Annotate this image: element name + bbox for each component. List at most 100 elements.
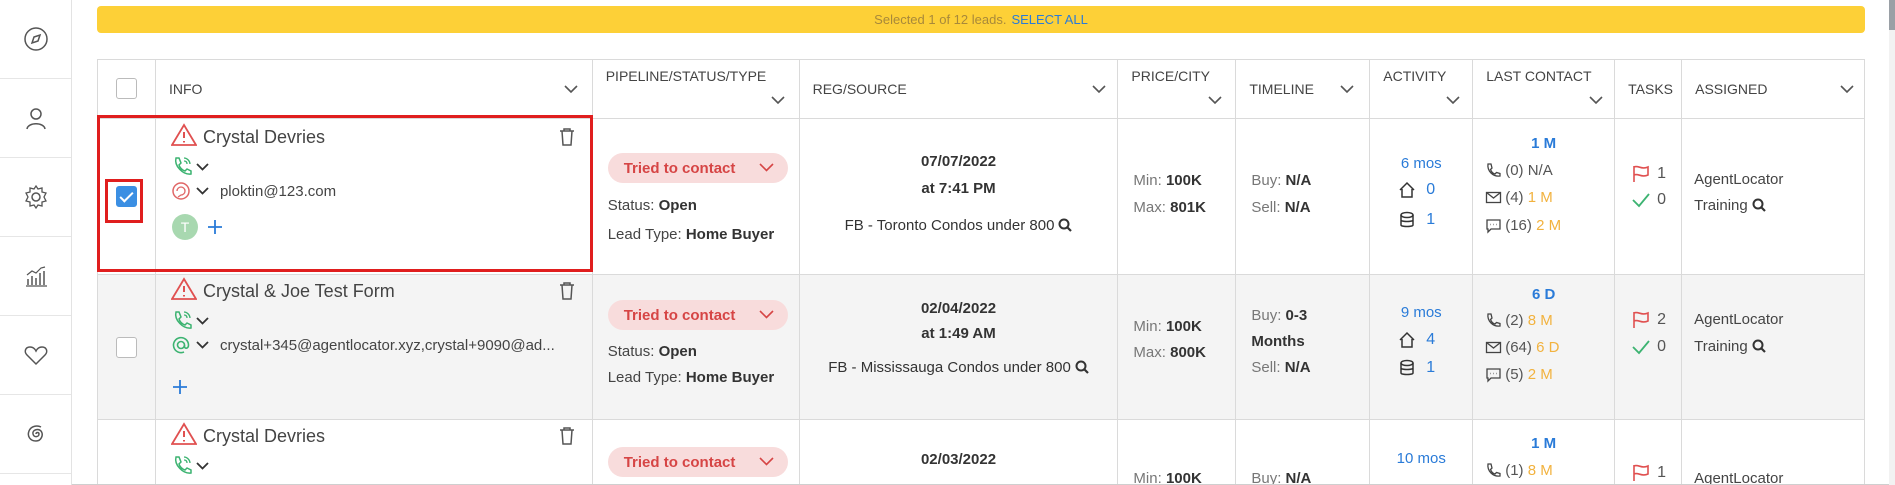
activity-time[interactable]: 6 mos — [1370, 155, 1472, 172]
header-tasks[interactable]: TASKS — [1615, 60, 1683, 118]
header-pipeline[interactable]: PIPELINE/STATUS/TYPE — [593, 60, 800, 118]
chevron-down-icon[interactable] — [196, 317, 209, 325]
select-all-link[interactable]: SELECT ALL — [1011, 12, 1087, 27]
chevron-down-icon[interactable] — [771, 96, 785, 105]
last-contact-emails[interactable]: (4) 1 M — [1485, 189, 1553, 206]
header-pipeline-label: PIPELINE/STATUS/TYPE — [605, 68, 767, 84]
lead-name[interactable]: Crystal Devries — [203, 426, 325, 447]
chevron-down-icon[interactable] — [1092, 85, 1106, 94]
price-min: Min: 100K — [1133, 172, 1202, 189]
tasks-done[interactable]: 0 — [1631, 191, 1666, 209]
main-content: Selected 1 of 12 leads. SELECT ALL INFO … — [72, 0, 1895, 485]
last-contact-messages[interactable]: (5) 2 M — [1485, 366, 1553, 383]
header-reg-label: REG/SOURCE — [812, 81, 907, 97]
table-row[interactable]: Crystal & Joe Test Form crystal+345@agen… — [98, 275, 1865, 420]
last-contact-top[interactable]: 6 D — [1473, 286, 1614, 303]
chevron-down-icon[interactable] — [196, 341, 209, 349]
select-all-checkbox[interactable] — [116, 78, 137, 99]
pipeline-status-dropdown[interactable]: Tried to contact — [607, 447, 788, 477]
pipeline-status-dropdown[interactable]: Tried to contact — [607, 300, 788, 330]
reg-date: 02/04/2022 — [920, 300, 997, 317]
row-checkbox[interactable] — [116, 337, 137, 358]
nav-item-spiral[interactable] — [0, 395, 71, 474]
pipeline-status-dropdown[interactable]: Tried to contact — [607, 153, 788, 183]
nav-item-settings[interactable] — [0, 158, 71, 237]
last-contact-emails[interactable]: (64) 6 D — [1485, 339, 1559, 356]
scrollbar-thumb[interactable] — [1889, 0, 1895, 30]
last-contact-top[interactable]: 1 M — [1473, 435, 1614, 452]
tasks-cell: 2 0 — [1615, 275, 1683, 419]
timeline-sell: Sell: N/A — [1251, 199, 1311, 216]
last-contact-cell: 1 M (0) N/A (4) 1 M (16) 2 M — [1473, 119, 1616, 274]
nav-item-contacts[interactable] — [0, 79, 71, 158]
reg-time: at 1:49 AM — [921, 325, 996, 342]
activity-database[interactable]: 1 — [1398, 359, 1435, 377]
pipeline-status-label: Tried to contact — [623, 453, 736, 471]
message-icon — [1486, 368, 1501, 383]
header-last-contact[interactable]: LAST CONTACT — [1473, 60, 1616, 118]
search-icon[interactable] — [1058, 218, 1073, 232]
assigned-agent-line1[interactable]: AgentLocator — [1694, 311, 1783, 328]
warning-icon — [170, 422, 197, 445]
plus-icon[interactable] — [171, 378, 189, 396]
reg-source-cell: 07/07/2022 at 7:41 PM FB - Toronto Condo… — [800, 119, 1119, 274]
chevron-down-icon[interactable] — [196, 462, 209, 470]
chevron-down-icon[interactable] — [1340, 85, 1354, 94]
tasks-open[interactable]: 1 — [1631, 464, 1666, 482]
phone-icon[interactable] — [171, 454, 193, 476]
chevron-down-icon[interactable] — [1840, 85, 1854, 94]
trash-icon[interactable] — [558, 281, 576, 301]
at-sign-icon[interactable] — [171, 335, 191, 355]
search-icon[interactable] — [1075, 360, 1089, 374]
activity-time[interactable]: 10 mos — [1370, 450, 1472, 467]
lead-name[interactable]: Crystal & Joe Test Form — [203, 281, 395, 302]
phone-icon — [1487, 463, 1501, 477]
tasks-open[interactable]: 1 — [1631, 165, 1666, 183]
header-assigned[interactable]: ASSIGNED — [1682, 60, 1865, 118]
assigned-agent-line1[interactable]: AgentLocator — [1694, 171, 1783, 188]
lead-email[interactable]: crystal+345@agentlocator.xyz,crystal+909… — [220, 337, 555, 354]
table-row[interactable]: Crystal Devries Tried to contact 02/03/2… — [98, 420, 1865, 485]
vertical-scrollbar[interactable] — [1889, 0, 1895, 485]
trash-icon[interactable] — [558, 426, 576, 446]
spiral-icon — [27, 425, 43, 442]
status-value: Open — [658, 343, 697, 360]
nav-item-analytics[interactable] — [0, 237, 71, 316]
chevron-down-icon[interactable] — [1589, 96, 1603, 105]
nav-item-explore[interactable] — [0, 0, 71, 79]
header-reg-source[interactable]: REG/SOURCE — [800, 60, 1119, 118]
activity-time[interactable]: 9 mos — [1370, 304, 1472, 321]
header-price-city[interactable]: PRICE/CITY — [1118, 60, 1237, 118]
lead-type-value: Home Buyer — [685, 226, 775, 243]
assigned-agent-line1[interactable]: AgentLocator — [1694, 470, 1783, 485]
chevron-down-icon[interactable] — [1446, 96, 1460, 105]
header-activity[interactable]: ACTIVITY — [1370, 60, 1474, 118]
tasks-open[interactable]: 2 — [1631, 311, 1666, 329]
activity-database[interactable]: 1 — [1398, 211, 1435, 229]
status-line: Status: Open — [607, 197, 697, 214]
activity-cell: 10 mos — [1370, 420, 1474, 485]
last-contact-calls[interactable]: (1) 8 M — [1485, 462, 1553, 479]
mail-icon — [1486, 191, 1502, 204]
search-icon[interactable] — [1752, 339, 1766, 353]
last-contact-messages[interactable]: (16) 2 M — [1485, 217, 1561, 234]
last-contact-top[interactable]: 1 M — [1473, 135, 1614, 152]
tasks-done[interactable]: 0 — [1631, 338, 1666, 356]
last-contact-calls[interactable]: (0) N/A — [1485, 162, 1553, 179]
header-info[interactable]: INFO — [156, 60, 593, 118]
activity-homes[interactable]: 0 — [1398, 181, 1435, 199]
header-timeline[interactable]: TIMELINE — [1236, 60, 1371, 118]
nav-item-favorites[interactable] — [0, 316, 71, 395]
phone-icon[interactable] — [171, 309, 193, 331]
search-icon[interactable] — [1752, 198, 1766, 212]
activity-homes[interactable]: 4 — [1398, 331, 1435, 349]
home-icon — [1399, 181, 1415, 198]
chevron-down-icon[interactable] — [1208, 96, 1222, 105]
assigned-agent-line2[interactable]: Training — [1694, 197, 1766, 214]
assigned-agent-line2[interactable]: Training — [1694, 338, 1766, 355]
phone-icon — [1487, 313, 1501, 327]
last-contact-calls[interactable]: (2) 8 M — [1485, 312, 1553, 329]
selection-count-text: Selected 1 of 12 leads. — [874, 12, 1007, 27]
chevron-down-icon[interactable] — [564, 85, 578, 94]
last-contact-cell: 1 M (1) 8 M — [1473, 420, 1616, 485]
